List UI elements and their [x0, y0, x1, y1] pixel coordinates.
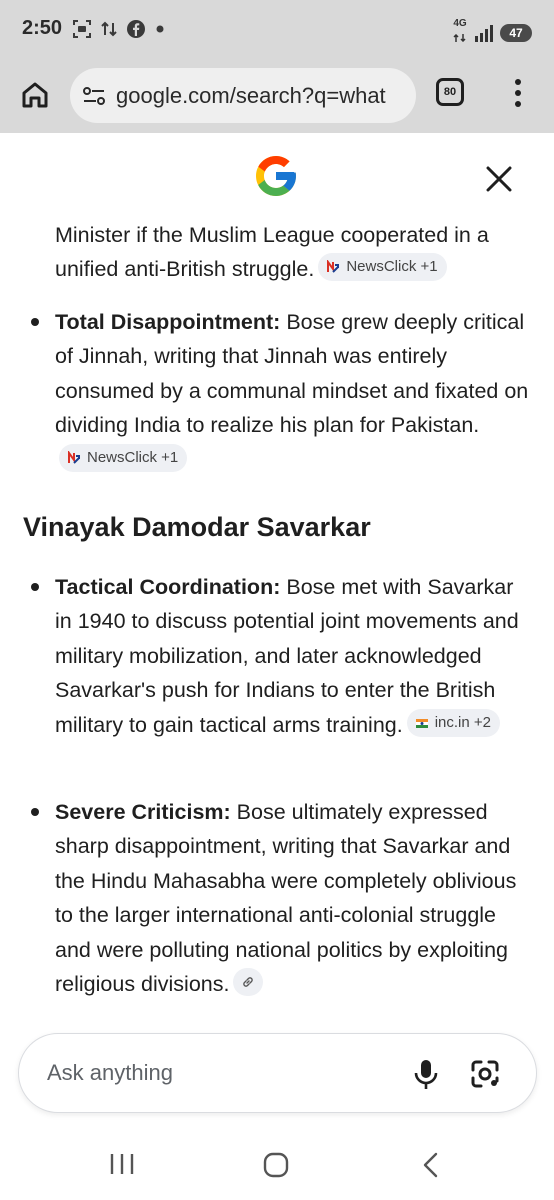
browser-chrome: 2:50 4G 47 google.com/search?q=what 80 — [0, 0, 554, 133]
home-icon — [22, 82, 48, 108]
tab-switcher-button[interactable]: 80 — [436, 78, 464, 106]
tab-count: 80 — [443, 86, 457, 98]
ask-input[interactable] — [47, 1060, 347, 1086]
source-chip[interactable]: inc.in +2 — [406, 708, 501, 737]
source-chip-label: NewsClick +1 — [87, 448, 179, 466]
dot-icon — [156, 25, 164, 33]
battery-level: 47 — [509, 26, 523, 40]
bullet-title: Total Disappointment: — [55, 310, 281, 334]
bullet-title: Severe Criticism: — [55, 800, 231, 824]
status-time: 2:50 — [22, 17, 63, 39]
network-type-icon: 4G — [452, 19, 468, 47]
facebook-icon — [127, 20, 145, 38]
source-chip[interactable]: NewsClick +1 — [59, 443, 188, 472]
network-label: 4G — [453, 18, 467, 29]
link-icon — [243, 977, 254, 987]
mic-icon[interactable] — [411, 1058, 441, 1090]
continuation-paragraph: Minister if the Muslim League cooperated… — [55, 218, 535, 287]
bullet-dot — [31, 583, 39, 591]
status-bar: 2:50 4G 47 — [0, 0, 554, 58]
android-nav-bar — [0, 1136, 554, 1200]
newsclick-icon — [327, 260, 340, 274]
bullet-dot — [31, 318, 39, 326]
status-icons-right: 4G 47 — [452, 19, 532, 47]
section-heading: Vinayak Damodar Savarkar — [23, 512, 371, 542]
browser-toolbar: google.com/search?q=what 80 — [0, 58, 554, 133]
menu-dot — [515, 90, 521, 96]
menu-dot — [515, 79, 521, 85]
source-link-chip[interactable] — [233, 968, 264, 997]
list-item: Tactical Coordination: Bose met with Sav… — [31, 570, 533, 742]
google-lens-icon[interactable] — [469, 1058, 501, 1090]
more-vert-icon[interactable] — [504, 76, 532, 110]
signal-icon — [475, 25, 493, 42]
home-nav-icon[interactable] — [263, 1152, 289, 1178]
bullet-dot — [31, 808, 39, 816]
site-settings-icon[interactable] — [82, 85, 106, 107]
bullet-text: Bose ultimately expressed sharp disappoi… — [55, 800, 517, 997]
recents-icon[interactable] — [108, 1152, 136, 1176]
google-g-logo — [256, 156, 296, 196]
source-chip-label: NewsClick +1 — [346, 258, 438, 276]
data-transfer-icon — [101, 21, 117, 37]
back-icon[interactable] — [420, 1151, 442, 1179]
source-chip[interactable]: NewsClick +1 — [318, 253, 447, 282]
close-icon[interactable] — [482, 162, 516, 196]
bullet-title: Tactical Coordination: — [55, 575, 281, 599]
url-bar[interactable]: google.com/search?q=what — [70, 68, 416, 123]
status-icons-left — [72, 19, 165, 39]
source-chip-label: inc.in +2 — [434, 713, 492, 731]
inc-flag-icon — [415, 718, 428, 728]
menu-dot — [515, 101, 521, 107]
battery-icon: 47 — [500, 24, 532, 42]
list-item: Severe Criticism: Bose ultimately expres… — [31, 795, 533, 1001]
home-button[interactable] — [17, 77, 53, 113]
newsclick-icon — [68, 450, 80, 464]
screen-record-icon — [73, 20, 91, 38]
list-item: Total Disappointment: Bose grew deeply c… — [31, 305, 533, 477]
ask-bar — [18, 1033, 537, 1113]
url-text[interactable]: google.com/search?q=what — [116, 83, 386, 109]
